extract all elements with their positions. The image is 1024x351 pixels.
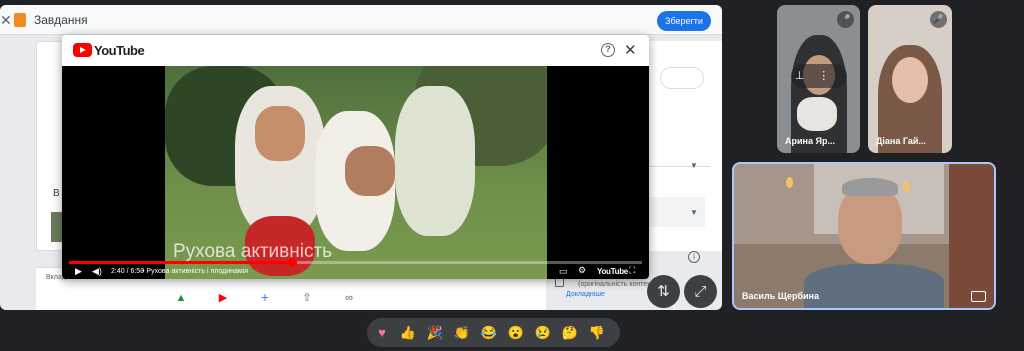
participant-face — [892, 57, 928, 103]
youtube-brand: YouTube — [94, 43, 145, 58]
youtube-dialog-header: YouTube ? ✕ — [62, 35, 649, 66]
mic-off-icon: 🎤 — [837, 11, 854, 28]
video-progress-bar[interactable] — [69, 258, 642, 267]
close-icon[interactable]: ✕ — [0, 12, 12, 28]
lamp-icon — [786, 177, 793, 188]
participant-name: Арина Яр... — [785, 136, 835, 146]
pin-menu[interactable]: ⊥⋮ — [791, 64, 847, 88]
fullscreen-icon[interactable]: ⛶ — [629, 265, 635, 276]
chevron-down-icon: ▼ — [690, 208, 698, 217]
thinking-face-icon[interactable]: 🤔 — [560, 323, 580, 343]
youtube-watermark[interactable]: YouTube — [597, 267, 628, 276]
video-caption: Рухова активність — [173, 241, 333, 262]
classroom-header: ✕ Завдання Зберегти — [0, 5, 722, 35]
video-chapter[interactable]: • Рухова активність і плодинамія — [142, 268, 248, 275]
sparkling-heart-icon[interactable]: ♥ — [372, 323, 392, 343]
participant-video — [949, 164, 994, 308]
info-icon[interactable]: i — [688, 251, 700, 263]
save-button[interactable]: Зберегти — [657, 11, 711, 31]
participant-name: Василь Щербина — [742, 291, 820, 301]
youtube-logo-icon — [73, 43, 92, 57]
page-title: Завдання — [34, 13, 88, 27]
reaction-bar: ♥ 👍 🎉 👏 😂 😮 😢 🤔 👎 — [367, 318, 620, 347]
child-figure — [395, 86, 475, 236]
youtube-dialog: YouTube ? ✕ Рухова активність ▶ ◀) 2:40 … — [62, 35, 649, 279]
link-icon[interactable]: ∞ — [342, 292, 356, 304]
section-label: В — [53, 188, 60, 199]
meet-stage: ✕ Завдання Зберегти В ▼ ▼ i (оригінальні… — [0, 0, 1024, 351]
participant-body — [804, 264, 944, 308]
upload-icon[interactable]: ⇧ — [300, 292, 314, 304]
lamp-icon — [903, 181, 910, 192]
laughing-face-icon[interactable]: 😂 — [479, 323, 499, 343]
close-icon[interactable]: ✕ — [624, 41, 637, 59]
video-player[interactable]: Рухова активність ▶ ◀) 2:40 / 6:50 • Рух… — [62, 66, 649, 279]
volume-icon[interactable]: ◀) — [92, 266, 102, 277]
thumbs-up-icon[interactable]: 👍 — [398, 323, 418, 343]
participant-face — [838, 184, 902, 264]
expand-icon[interactable]: ⤢ — [684, 275, 717, 308]
sad-face-icon[interactable]: 😢 — [533, 323, 553, 343]
clapping-hands-icon[interactable]: 👏 — [452, 323, 472, 343]
participant-tile-speaking[interactable]: Василь Щербина — [732, 162, 996, 310]
child-face — [255, 106, 305, 161]
swap-vertical-icon[interactable]: ⇅ — [647, 275, 680, 308]
learn-more-link[interactable]: Докладніше — [566, 291, 605, 298]
thumbs-down-icon[interactable]: 👎 — [587, 323, 607, 343]
screen-share-icon — [971, 291, 986, 302]
dog-figure — [797, 97, 837, 131]
surprised-face-icon[interactable]: 😮 — [506, 323, 526, 343]
add-icon[interactable]: + — [258, 290, 272, 304]
video-time: 2:40 / 6:50 — [111, 268, 145, 275]
play-icon[interactable]: ▶ — [75, 266, 82, 277]
video-progress-fill — [69, 261, 293, 264]
originality-checkbox[interactable] — [555, 278, 564, 287]
mic-off-icon: 🎤 — [930, 11, 947, 28]
child-face — [345, 146, 395, 196]
participant-tile[interactable]: 🎤 Діана Гай... — [868, 5, 952, 153]
participant-tile[interactable]: 🎤 ⊥⋮ Арина Яр... — [777, 5, 860, 153]
chevron-down-icon: ▼ — [690, 161, 698, 170]
party-popper-icon[interactable]: 🎉 — [425, 323, 445, 343]
participant-hair — [842, 178, 898, 196]
subtitles-icon[interactable]: ▭ — [559, 266, 568, 277]
points-field[interactable] — [660, 67, 704, 89]
participant-name: Діана Гай... — [876, 136, 926, 146]
youtube-icon[interactable]: ▶ — [216, 292, 230, 304]
assignment-icon — [14, 13, 26, 27]
google-drive-icon[interactable]: ▲ — [174, 292, 188, 304]
help-icon[interactable]: ? — [601, 43, 615, 57]
gear-icon[interactable]: ⚙ — [578, 265, 586, 276]
